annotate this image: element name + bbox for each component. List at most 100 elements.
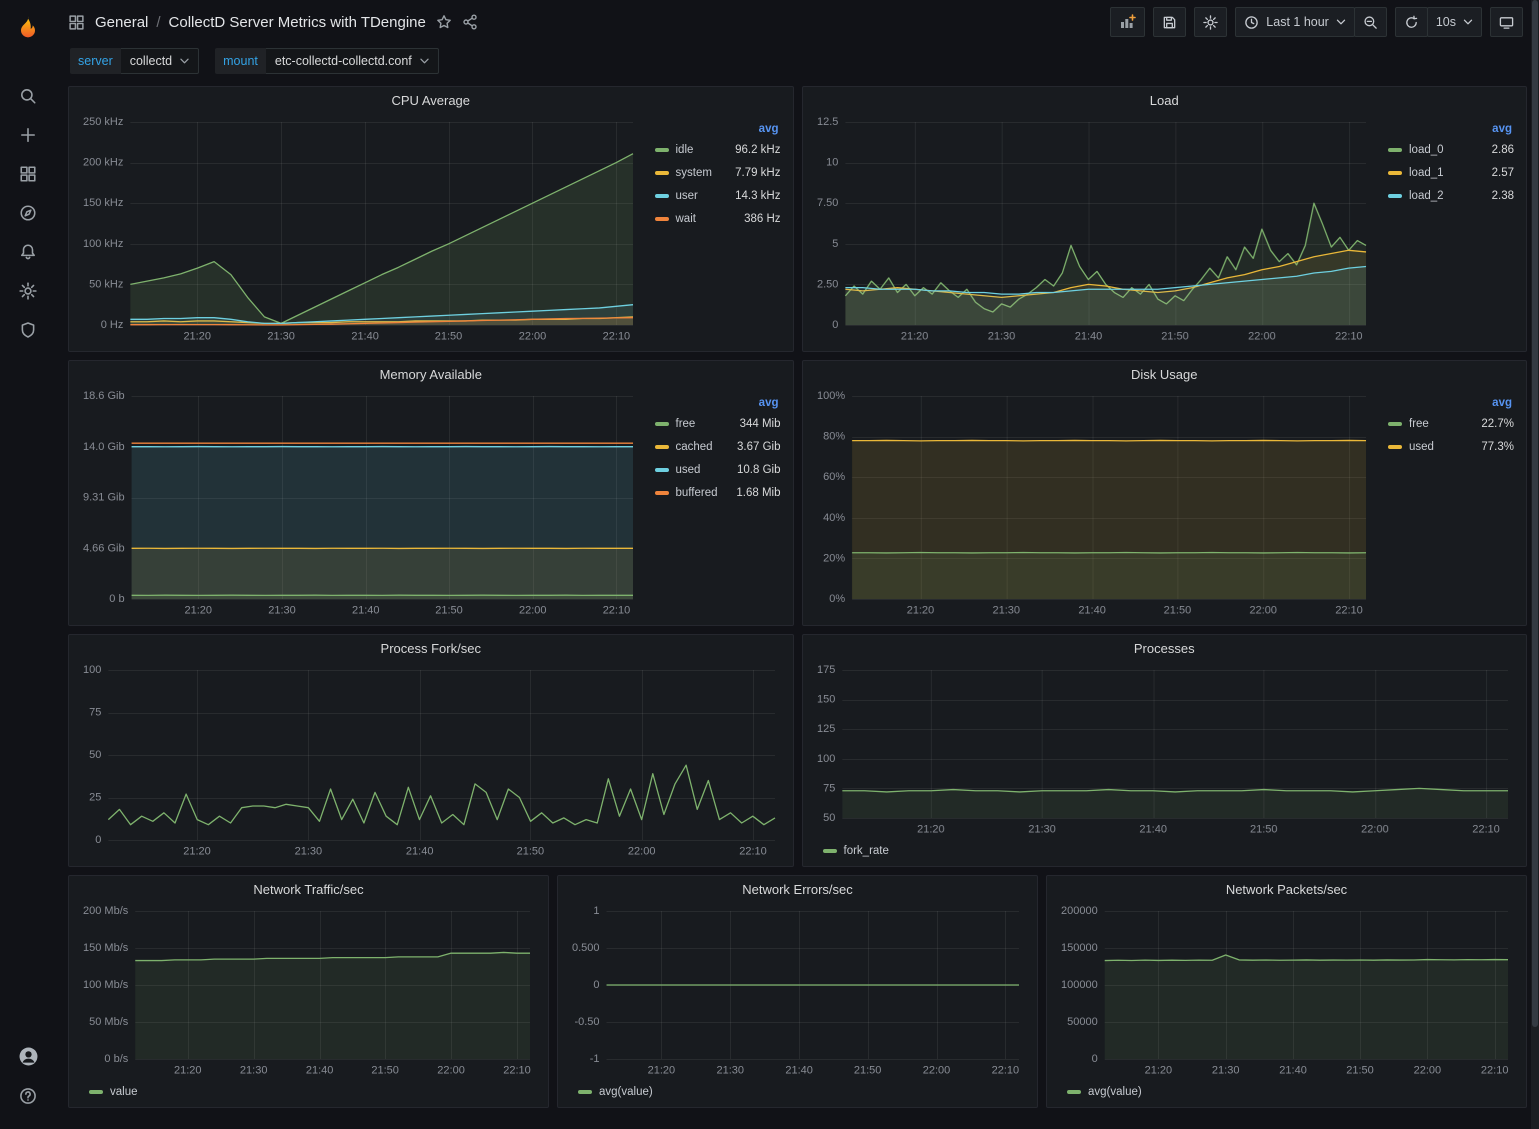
dashboard-settings-button[interactable] [1194,7,1227,37]
legend-series-name[interactable]: fork_rate [844,845,889,857]
legend-item[interactable]: cached3.67 Gib [655,435,781,458]
load-legend: avg load_02.86load_12.57load_22.38 [1376,113,1518,347]
processes-chart[interactable] [811,661,1519,840]
configuration-gear-icon[interactable] [6,271,50,310]
refresh-interval-label: 10s [1436,15,1456,29]
panel-title[interactable]: Disk Usage [1131,367,1197,382]
legend-avg-header[interactable]: avg [655,123,781,135]
chevron-down-icon [420,57,429,65]
panel-cpu-average: CPU Average avg idle96.2 kHzsystem7.79 kH… [68,86,794,352]
variable-mount[interactable]: mount etc-collectd-collectd.conf [215,48,439,74]
legend-color-dash [655,194,669,198]
user-avatar[interactable] [6,1037,50,1076]
chevron-down-icon [1463,18,1473,26]
legend-item[interactable]: user14.3 kHz [655,184,781,207]
legend-series-name[interactable]: idle [676,144,694,156]
legend-color-dash [89,1090,103,1094]
legend-color-dash [1388,194,1402,198]
legend-item[interactable]: value [89,1086,138,1098]
legend-series-name[interactable]: load_2 [1409,190,1444,202]
legend-item[interactable]: idle96.2 kHz [655,138,781,161]
legend-item[interactable]: avg(value) [1067,1086,1142,1098]
create-plus-icon[interactable] [6,115,50,154]
save-dashboard-button[interactable] [1153,7,1186,37]
legend-series-name[interactable]: buffered [676,487,718,499]
legend-series-name[interactable]: user [676,190,698,202]
zoom-out-button[interactable] [1354,7,1387,37]
network-errors-legend: avg(value) [566,1081,1029,1103]
refresh-button[interactable] [1395,7,1428,37]
legend-avg-header[interactable]: avg [1388,397,1514,409]
cycle-view-tv-button[interactable] [1490,7,1523,37]
panel-title[interactable]: Processes [1134,641,1195,656]
scrollbar-thumb[interactable] [1532,0,1538,1027]
add-panel-button[interactable] [1110,7,1145,37]
legend-series-name[interactable]: cached [676,441,713,453]
memory-available-chart[interactable] [77,387,643,621]
legend-item[interactable]: wait386 Hz [655,207,781,230]
panel-process-fork: Process Fork/sec [68,634,794,867]
disk-usage-chart[interactable] [811,387,1377,621]
legend-series-name[interactable]: free [1409,418,1429,430]
network-errors-chart[interactable] [566,902,1029,1081]
panel-title[interactable]: Network Traffic/sec [253,882,363,897]
help-icon[interactable] [6,1076,50,1115]
page-title: CollectD Server Metrics with TDengine [169,14,426,31]
legend-series-name[interactable]: used [1409,441,1434,453]
legend-item[interactable]: avg(value) [578,1086,653,1098]
chart-area [811,113,1377,347]
chevron-down-icon [180,57,189,65]
legend-item[interactable]: free344 Mib [655,412,781,435]
panel-memory-available: Memory Available avg free344 Mibcached3.6… [68,360,794,626]
panel-title[interactable]: Process Fork/sec [381,641,481,656]
legend-avg-header[interactable]: avg [1388,123,1514,135]
network-traffic-chart[interactable] [77,902,540,1081]
legend-series-name[interactable]: free [676,418,696,430]
legend-color-dash [1067,1090,1081,1094]
alerting-bell-icon[interactable] [6,232,50,271]
legend-series-name[interactable]: value [110,1086,138,1098]
refresh-interval-picker[interactable]: 10s [1427,7,1482,37]
legend-series-name[interactable]: avg(value) [599,1086,653,1098]
legend-item[interactable]: load_22.38 [1388,184,1514,207]
legend-series-name[interactable]: avg(value) [1088,1086,1142,1098]
time-range-picker[interactable]: Last 1 hour [1235,7,1355,37]
legend-item[interactable]: load_02.86 [1388,138,1514,161]
process-fork-chart[interactable] [77,661,785,862]
panel-title[interactable]: CPU Average [391,93,470,108]
breadcrumb-folder[interactable]: General [95,14,148,31]
panel-title[interactable]: Network Packets/sec [1226,882,1347,897]
legend-item[interactable]: fork_rate [823,845,889,857]
cpu-average-chart[interactable] [77,113,643,347]
panel-title[interactable]: Network Errors/sec [742,882,853,897]
variable-server[interactable]: server collectd [70,48,199,74]
legend-item[interactable]: buffered1.68 Mib [655,481,781,504]
search-icon[interactable] [6,76,50,115]
panel-disk-usage: Disk Usage avg free22.7%used77.3% [802,360,1528,626]
legend-item[interactable]: used10.8 Gib [655,458,781,481]
variable-mount-value: etc-collectd-collectd.conf [275,54,412,68]
legend-series-name[interactable]: load_1 [1409,167,1444,179]
chart-area [77,387,643,621]
legend-item[interactable]: load_12.57 [1388,161,1514,184]
share-icon[interactable] [462,14,478,30]
page-scrollbar[interactable] [1531,0,1539,1129]
legend-series-name[interactable]: system [676,167,712,179]
legend-color-dash [578,1090,592,1094]
legend-series-name[interactable]: load_0 [1409,144,1444,156]
explore-compass-icon[interactable] [6,193,50,232]
network-packets-chart[interactable] [1055,902,1518,1081]
dashboards-grid-icon[interactable] [6,154,50,193]
legend-series-name[interactable]: wait [676,213,696,225]
panel-title[interactable]: Load [1150,93,1179,108]
panel-title[interactable]: Memory Available [380,367,482,382]
server-admin-shield-icon[interactable] [6,310,50,349]
legend-item[interactable]: free22.7% [1388,412,1514,435]
star-icon[interactable] [436,14,452,30]
legend-item[interactable]: used77.3% [1388,435,1514,458]
grafana-logo-icon[interactable] [8,8,48,48]
legend-avg-header[interactable]: avg [655,397,781,409]
load-chart[interactable] [811,113,1377,347]
legend-item[interactable]: system7.79 kHz [655,161,781,184]
legend-series-name[interactable]: used [676,464,701,476]
